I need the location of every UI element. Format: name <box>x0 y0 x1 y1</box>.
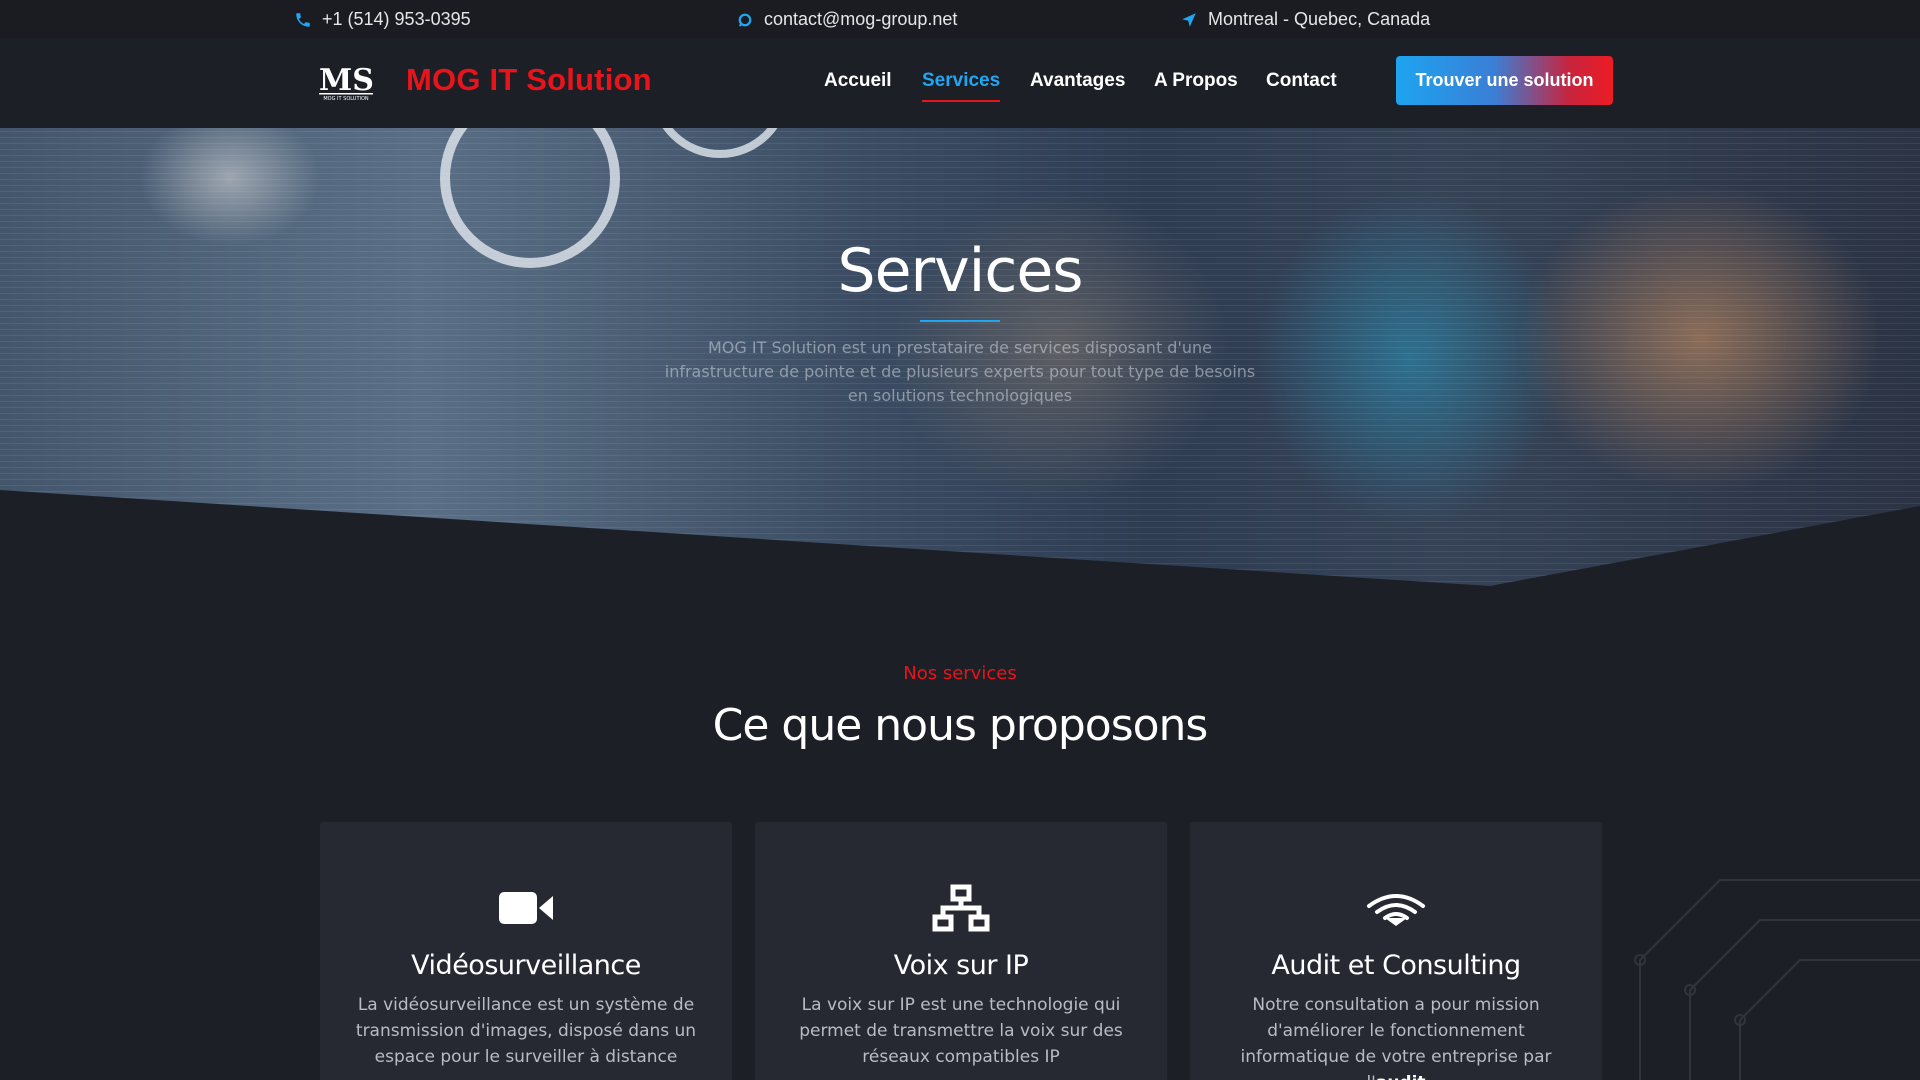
top-info-bar: +1 (514) 953-0395 contact@mog-group.net … <box>0 0 1920 38</box>
phone-info[interactable]: +1 (514) 953-0395 <box>294 9 471 30</box>
hero-subtitle: MOG IT Solution est un prestataire de se… <box>664 338 1256 405</box>
service-description-text: Notre consultation a pour mission d'amél… <box>1240 995 1552 1080</box>
service-title: Vidéosurveillance <box>411 950 641 981</box>
service-card[interactable]: Audit et Consulting Notre consultation a… <box>1190 822 1602 1080</box>
nav-item-avantages[interactable]: Avantages <box>1030 70 1125 92</box>
nav-item-services[interactable]: Services <box>922 70 1001 102</box>
video-camera-icon <box>499 892 553 924</box>
service-card[interactable]: Vidéosurveillance La vidéosurveillance e… <box>320 822 732 1080</box>
hero-banner: Services MOG IT Solution est un prestata… <box>0 128 1920 588</box>
logo-text: MS <box>319 63 374 98</box>
page-title: Services <box>837 236 1083 306</box>
service-description: La voix sur IP est une technologie qui p… <box>799 995 1123 1067</box>
service-title: Voix sur IP <box>893 950 1029 981</box>
location-text: Montreal - Quebec, Canada <box>1208 9 1431 29</box>
nav-item-contact[interactable]: Contact <box>1266 70 1337 92</box>
chat-bubble-icon <box>738 13 752 27</box>
site-header: MS MOG IT SOLUTION MOG IT Solution Accue… <box>0 38 1920 128</box>
logo[interactable]: MS MOG IT SOLUTION <box>318 62 374 102</box>
network-icon <box>932 884 990 932</box>
service-description: Notre consultation a pour mission d'amél… <box>1220 992 1572 1080</box>
service-title: Audit et Consulting <box>1271 950 1521 981</box>
service-card[interactable]: Voix sur IP La voix sur IP est une techn… <box>755 822 1167 1080</box>
section-eyebrow: Nos services <box>903 663 1017 684</box>
location-info: Montreal - Quebec, Canada <box>1180 9 1430 30</box>
brand-name[interactable]: MOG IT Solution <box>406 62 652 98</box>
email-address: contact@mog-group.net <box>764 9 958 29</box>
nav-item-a-propos[interactable]: A Propos <box>1154 70 1238 92</box>
service-description-bold: audit <box>1376 1073 1426 1080</box>
find-solution-button[interactable]: Trouver une solution <box>1396 56 1613 105</box>
logo-subtext: MOG IT SOLUTION <box>323 96 369 102</box>
phone-icon <box>296 12 310 27</box>
email-info[interactable]: contact@mog-group.net <box>736 9 957 30</box>
location-arrow-icon <box>1182 12 1196 27</box>
nav-item-accueil[interactable]: Accueil <box>824 70 892 92</box>
circuit-decoration <box>1634 879 1920 1080</box>
section-title: Ce que nous proposons <box>712 700 1209 751</box>
title-underline <box>920 320 1000 322</box>
service-description: La vidéosurveillance est un système de t… <box>355 995 697 1067</box>
wifi-hand-icon <box>1367 894 1425 926</box>
phone-number: +1 (514) 953-0395 <box>322 9 471 29</box>
